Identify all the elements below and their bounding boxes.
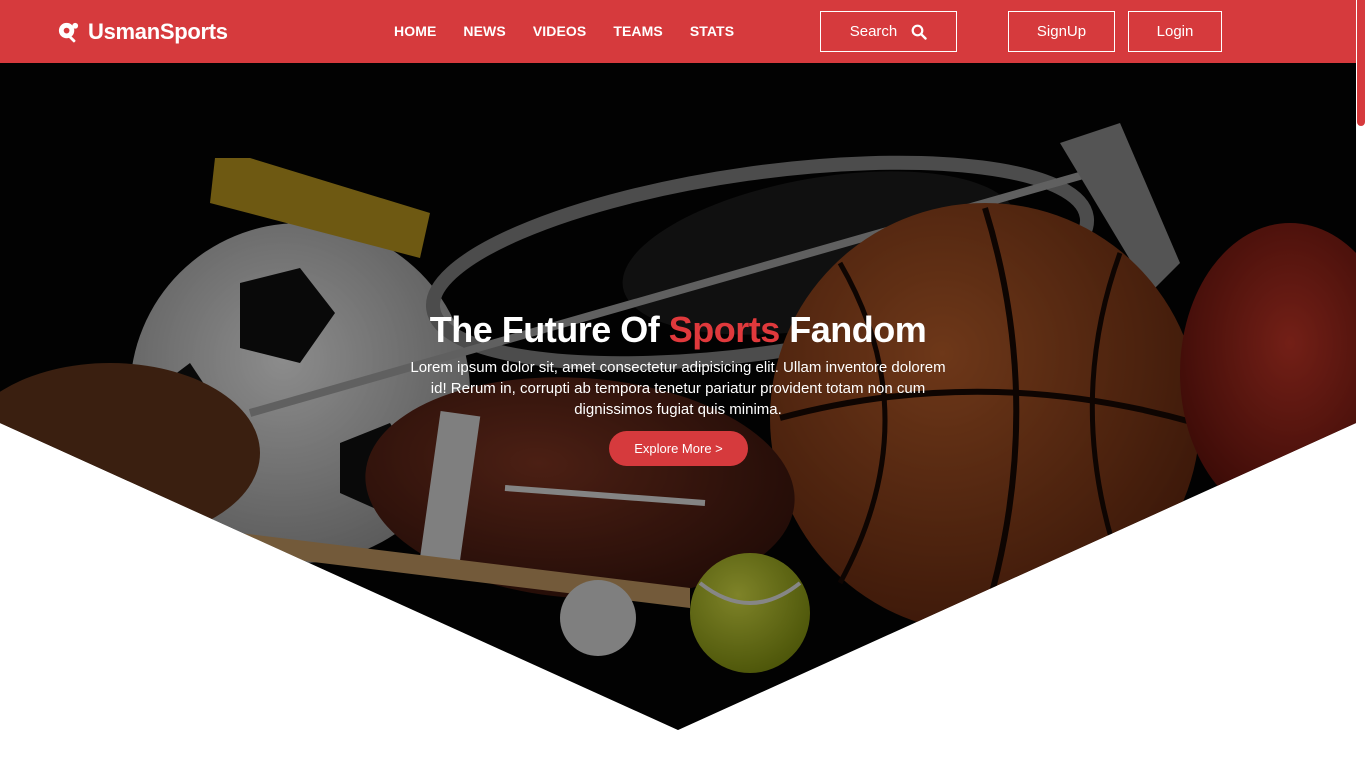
nav-teams[interactable]: TEAMS [613,22,663,42]
hero-section: The Future Of Sports Fandom Lorem ipsum … [0,63,1356,730]
hero-description: Lorem ipsum dolor sit, amet consectetur … [410,359,946,418]
search-label: Search [849,23,898,40]
ping-pong-icon [58,22,79,42]
scrollbar-thumb[interactable] [1357,0,1365,126]
explore-more-button[interactable]: Explore More > [609,431,748,466]
hero-title: The Future Of Sports Fandom [0,309,1356,351]
hero-title-start: The Future Of [429,309,669,350]
signup-button[interactable]: SignUp [1008,11,1115,52]
search-icon [911,24,927,40]
nav-home[interactable]: HOME [394,22,436,42]
brand[interactable]: UsmanSports [57,18,228,46]
main-nav: HOME NEWS VIDEOS TEAMS STATS [394,22,761,42]
login-button[interactable]: Login [1128,11,1222,52]
hero-title-end: Fandom [779,309,927,350]
search-button[interactable]: Search [820,11,957,52]
nav-stats[interactable]: STATS [690,22,734,42]
nav-videos[interactable]: VIDEOS [533,22,587,42]
nav-news[interactable]: NEWS [463,22,505,42]
hero-title-accent: Sports [668,309,781,350]
top-navbar: UsmanSports HOME NEWS VIDEOS TEAMS STATS… [0,0,1356,63]
brand-name: UsmanSports [88,19,228,44]
